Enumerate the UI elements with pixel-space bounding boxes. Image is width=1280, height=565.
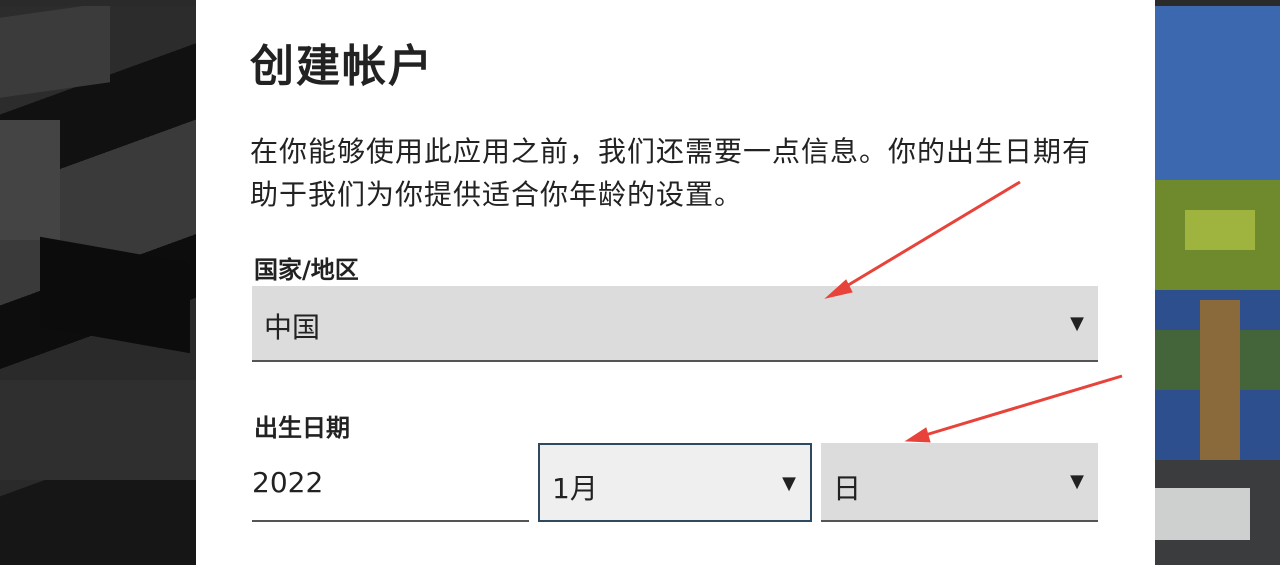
year-value: 2022	[252, 466, 324, 499]
blur-overlay	[1140, 488, 1250, 540]
day-value: 日	[833, 472, 862, 505]
dialog-description: 在你能够使用此应用之前，我们还需要一点信息。你的出生日期有助于我们为你提供适合你…	[250, 135, 1092, 211]
background-right	[1140, 0, 1280, 565]
bg-block	[40, 236, 190, 354]
country-select[interactable]: 中国 ▼	[252, 286, 1098, 362]
country-label: 国家/地区	[254, 256, 359, 284]
bg-block	[0, 120, 60, 240]
create-account-dialog: 创建帐户 在你能够使用此应用之前，我们还需要一点信息。你的出生日期有助于我们为你…	[196, 0, 1155, 565]
page-title: 创建帐户	[250, 41, 434, 92]
bg-block	[0, 380, 196, 480]
bg-block	[0, 2, 110, 98]
country-value: 中国	[264, 311, 321, 344]
birth-date-label: 出生日期	[254, 414, 350, 442]
background-left	[0, 0, 196, 565]
bg-foliage	[1185, 210, 1255, 250]
day-select[interactable]: 日 ▼	[821, 443, 1098, 522]
year-input[interactable]: 2022	[252, 448, 529, 522]
month-value: 1月	[552, 472, 598, 505]
dropdown-arrow-icon: ▼	[1070, 313, 1084, 334]
dropdown-arrow-icon: ▼	[782, 473, 796, 494]
dropdown-arrow-icon: ▼	[1070, 471, 1084, 492]
bg-trunk	[1200, 300, 1240, 460]
bg-sky	[1155, 0, 1280, 180]
month-select[interactable]: 1月 ▼	[538, 443, 812, 522]
